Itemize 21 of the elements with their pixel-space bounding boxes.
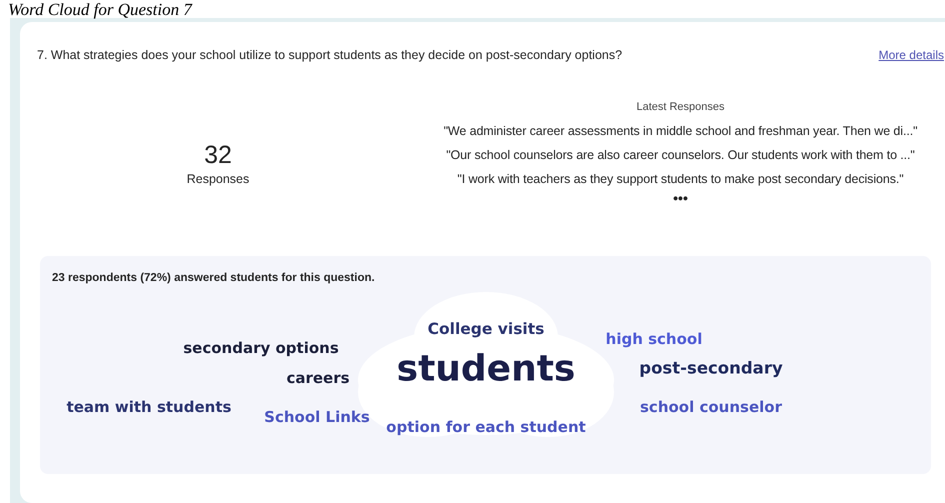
cloud-word: School Links xyxy=(264,408,370,426)
response-quote: "I work with teachers as they support students to make post secondary decisions." xyxy=(457,171,904,188)
cloud-word: careers xyxy=(286,369,350,387)
response-quote: "Our school counselors are also career counselors. Our students work with them to ..." xyxy=(446,147,915,164)
count-label: Responses xyxy=(186,172,250,186)
cloud-word: option for each student xyxy=(386,418,586,436)
response-count: 32 xyxy=(204,140,232,170)
cloud-word: students xyxy=(396,348,576,390)
latest-title: Latest Responses xyxy=(636,101,725,113)
more-details-link[interactable]: More details xyxy=(878,48,944,62)
cloud-word: College visits xyxy=(428,320,544,338)
response-quote: "We administer career assessments in middle school and freshman year. Then we di..." xyxy=(444,123,918,140)
cloud-word: high school xyxy=(606,330,702,348)
cloud-word: team with students xyxy=(66,398,232,416)
cloud-word: school counselor xyxy=(640,398,782,416)
cloud-word: secondary options xyxy=(183,339,339,357)
cloud-summary: 23 respondents (72%) answered students for this question. xyxy=(52,272,375,284)
question-text: 7. What strategies does your school utilize to support students as they decide on post-secondary options? xyxy=(37,48,622,62)
more-indicator: ••• xyxy=(673,191,688,205)
cloud-word: post-secondary xyxy=(639,358,783,378)
caption: Word Cloud for Question 7 xyxy=(8,0,194,20)
